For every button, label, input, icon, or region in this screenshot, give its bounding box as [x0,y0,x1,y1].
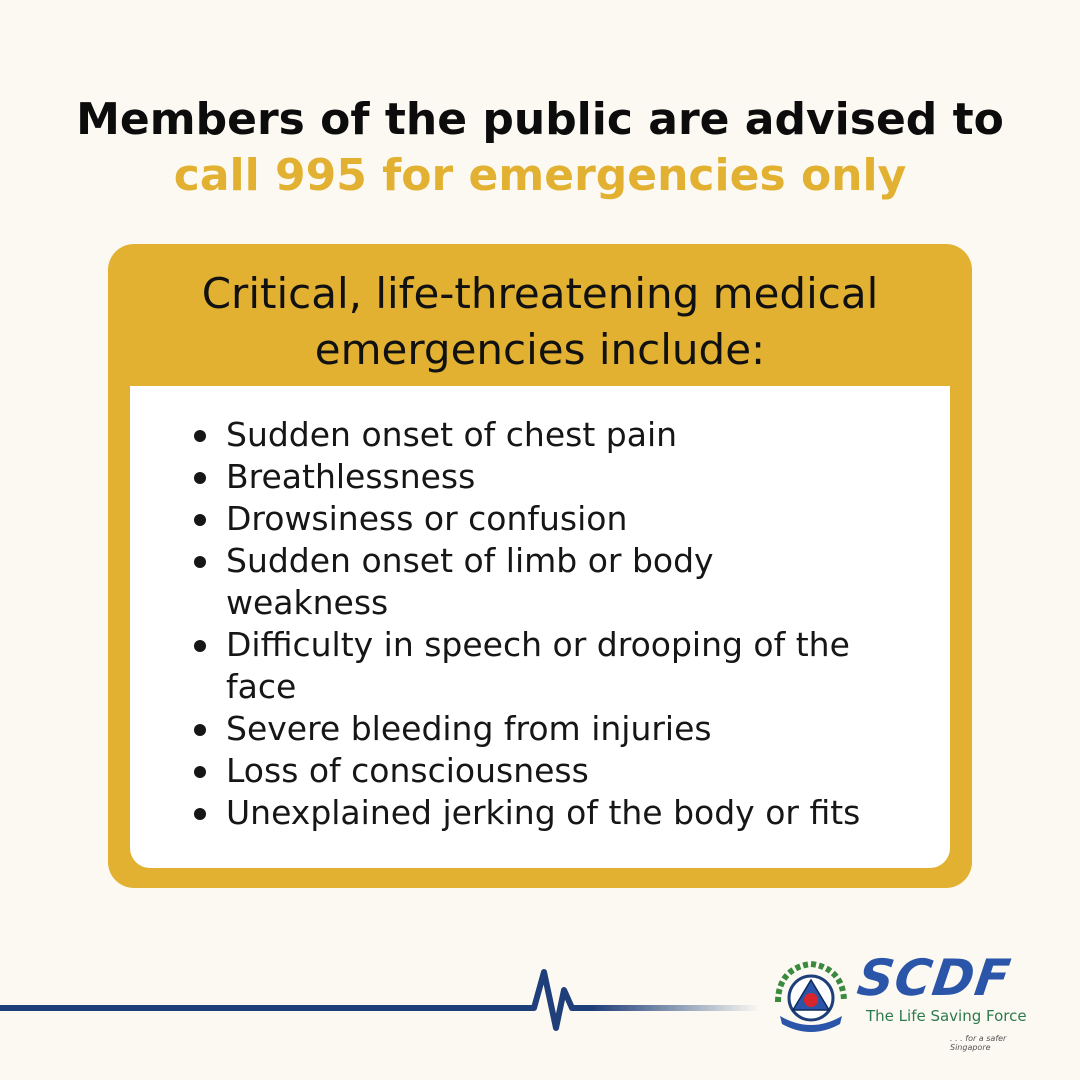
card-body: Sudden onset of chest pain Breathlessnes… [130,386,950,868]
headline: Members of the public are advised to cal… [0,92,1080,204]
list-item-text: Severe bleeding from injuries [226,709,712,748]
list-item-text: Sudden onset of limb or body [226,541,714,580]
bullet-icon [194,766,206,778]
list-item-text-cont: face [226,667,297,706]
list-item: Breathlessness [192,456,932,498]
scdf-brand: SCDF [853,949,1015,1007]
list-item: Drowsiness or confusion [192,498,932,540]
emergency-card: Critical, life-threatening medical emerg… [108,244,972,888]
card-title-line-2: emergencies include: [314,325,766,374]
list-item-text: Loss of consciousness [226,751,589,790]
bullet-icon [194,640,206,652]
bullet-icon [194,808,206,820]
card-title-line-1: Critical, life-threatening medical [201,269,879,318]
list-item: Severe bleeding from injuries [192,708,932,750]
list-item-text: Unexplained jerking of the body or fits [226,793,861,832]
scdf-subtagline: . . . for a safer Singapore [950,1034,1007,1052]
scdf-logo: SCDF The Life Saving Force . . . for a s… [854,949,1048,1052]
list-item-text: Drowsiness or confusion [226,499,628,538]
list-item: Sudden onset of limb or body weakness [192,540,932,624]
headline-line-2: call 995 for emergencies only [173,150,907,201]
bullet-icon [194,724,206,736]
list-item: Unexplained jerking of the body or fits [192,792,932,834]
emergency-list: Sudden onset of chest pain Breathlessnes… [192,414,932,834]
list-item: Difficulty in speech or drooping of the f… [192,624,932,708]
list-item-text: Sudden onset of chest pain [226,415,678,454]
card-title: Critical, life-threatening medical emerg… [108,266,972,378]
list-item-text-cont: weakness [226,583,389,622]
heartbeat-line-icon [0,969,760,1031]
bullet-icon [194,556,206,568]
bullet-icon [194,472,206,484]
bullet-icon [194,430,206,442]
list-item-text: Breathlessness [226,457,476,496]
list-item: Loss of consciousness [192,750,932,792]
scdf-tagline: The Life Saving Force [866,1007,1027,1025]
headline-line-1: Members of the public are advised to [76,94,1004,145]
list-item-text: Difficulty in speech or drooping of the [226,625,850,664]
scdf-emblem-icon [775,960,847,1032]
bullet-icon [194,514,206,526]
list-item: Sudden onset of chest pain [192,414,932,456]
